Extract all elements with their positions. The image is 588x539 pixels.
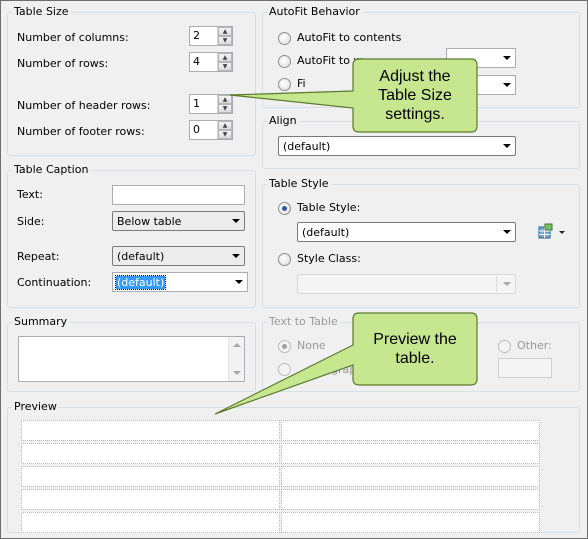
caption-side-value: Below table [117,215,182,228]
header-rows-spinner[interactable]: 1 ▲ ▼ [189,94,233,114]
autofit-contents-label[interactable]: AutoFit to contents [297,31,401,44]
text-to-table-other-radio[interactable] [498,340,511,353]
autofit-fixed-radio[interactable] [278,78,291,91]
preview-cell [281,443,540,464]
rows-label: Number of rows: [17,57,109,70]
table-style-icon [538,223,565,239]
align-value: (default) [283,140,331,153]
columns-label: Number of columns: [17,31,129,44]
caption-repeat-value: (default) [117,250,165,263]
text-to-table-none-label[interactable]: None [297,339,326,352]
preview-cell [281,466,540,487]
chevron-down-icon [503,230,511,234]
text-to-table-paragraphs-label[interactable]: aragraphs [313,363,369,376]
caption-text-input[interactable] [112,185,245,205]
preview-cell [281,512,540,533]
caption-continuation-label: Continuation: [17,276,92,289]
chevron-down-icon [503,144,511,148]
table-style-option-label[interactable]: Table Style: [297,201,360,214]
header-rows-value[interactable]: 1 [193,97,200,110]
header-rows-up-button[interactable]: ▲ [218,95,232,104]
table-style-value: (default) [302,226,350,239]
align-title: Align [267,114,299,127]
footer-rows-up-button[interactable]: ▲ [218,121,232,130]
summary-title: Summary [12,315,70,328]
columns-value[interactable]: 2 [193,29,200,42]
header-rows-down-button[interactable]: ▼ [218,104,232,113]
table-style-select[interactable]: (default) [297,222,516,242]
table-style-title: Table Style [267,177,331,190]
columns-up-button[interactable]: ▲ [218,27,232,36]
caption-continuation-select[interactable]: (default) [112,272,248,292]
preview-cell [21,489,280,510]
summary-textarea[interactable] [18,336,245,382]
text-to-table-none-radio[interactable] [278,340,291,353]
bottom-callout-text: Preview the table. [373,331,457,367]
autofit-window-label[interactable]: AutoFit to w [297,54,362,67]
preview-cell [21,420,280,441]
chevron-down-icon [235,280,243,284]
caption-repeat-label: Repeat: [17,250,60,263]
text-to-table-other-label[interactable]: Other: [517,339,552,352]
rows-down-button[interactable]: ▼ [218,62,232,71]
columns-spinner[interactable]: 2 ▲ ▼ [189,26,233,46]
preview-cell [281,489,540,510]
rows-up-button[interactable]: ▲ [218,53,232,62]
summary-scrollbar[interactable] [228,337,244,381]
autofit-width-combo[interactable] [446,48,516,68]
chevron-down-icon [503,83,511,87]
chevron-down-icon [232,219,240,223]
table-caption-title: Table Caption [12,163,91,176]
text-to-table-paragraphs-radio[interactable] [278,363,291,376]
text-to-table-title: Text to Table [267,315,340,328]
text-to-table-other-input[interactable] [498,358,552,378]
preview-title: Preview [12,400,59,413]
preview-cell [281,420,540,441]
scroll-up-icon[interactable] [233,343,241,347]
autofit-contents-radio[interactable] [278,32,291,45]
rows-value[interactable]: 4 [193,55,200,68]
caption-repeat-select[interactable]: (default) [112,246,245,266]
preview-cell [21,512,280,533]
footer-rows-value[interactable]: 0 [193,123,200,136]
caption-continuation-value: (default) [114,275,167,290]
style-class-select[interactable] [297,274,516,294]
top-callout-text: Adjust the Table Size settings. [378,68,452,123]
scroll-down-icon[interactable] [233,371,241,375]
columns-down-button[interactable]: ▼ [218,36,232,45]
caption-side-label: Side: [17,215,45,228]
chevron-down-icon [232,254,240,258]
autofit-window-radio[interactable] [278,55,291,68]
footer-rows-label: Number of footer rows: [17,125,145,138]
chevron-down-icon [503,282,511,286]
preview-cell [21,443,280,464]
chevron-down-icon [503,56,511,60]
rows-spinner[interactable]: 4 ▲ ▼ [189,52,233,72]
preview-cell [21,466,280,487]
table-style-radio[interactable] [278,202,291,215]
caption-side-select[interactable]: Below table [112,211,245,231]
autofit-title: AutoFit Behavior [267,5,362,18]
table-style-editor-button[interactable] [537,223,567,241]
footer-rows-spinner[interactable]: 0 ▲ ▼ [189,120,233,140]
footer-rows-down-button[interactable]: ▼ [218,130,232,139]
autofit-fixed-label[interactable]: Fi [297,77,306,90]
caption-text-label: Text: [17,188,43,201]
style-class-radio[interactable] [278,253,291,266]
table-size-title: Table Size [12,5,71,18]
header-rows-label: Number of header rows: [17,99,151,112]
style-class-option-label[interactable]: Style Class: [297,252,361,265]
align-select[interactable]: (default) [278,136,516,156]
